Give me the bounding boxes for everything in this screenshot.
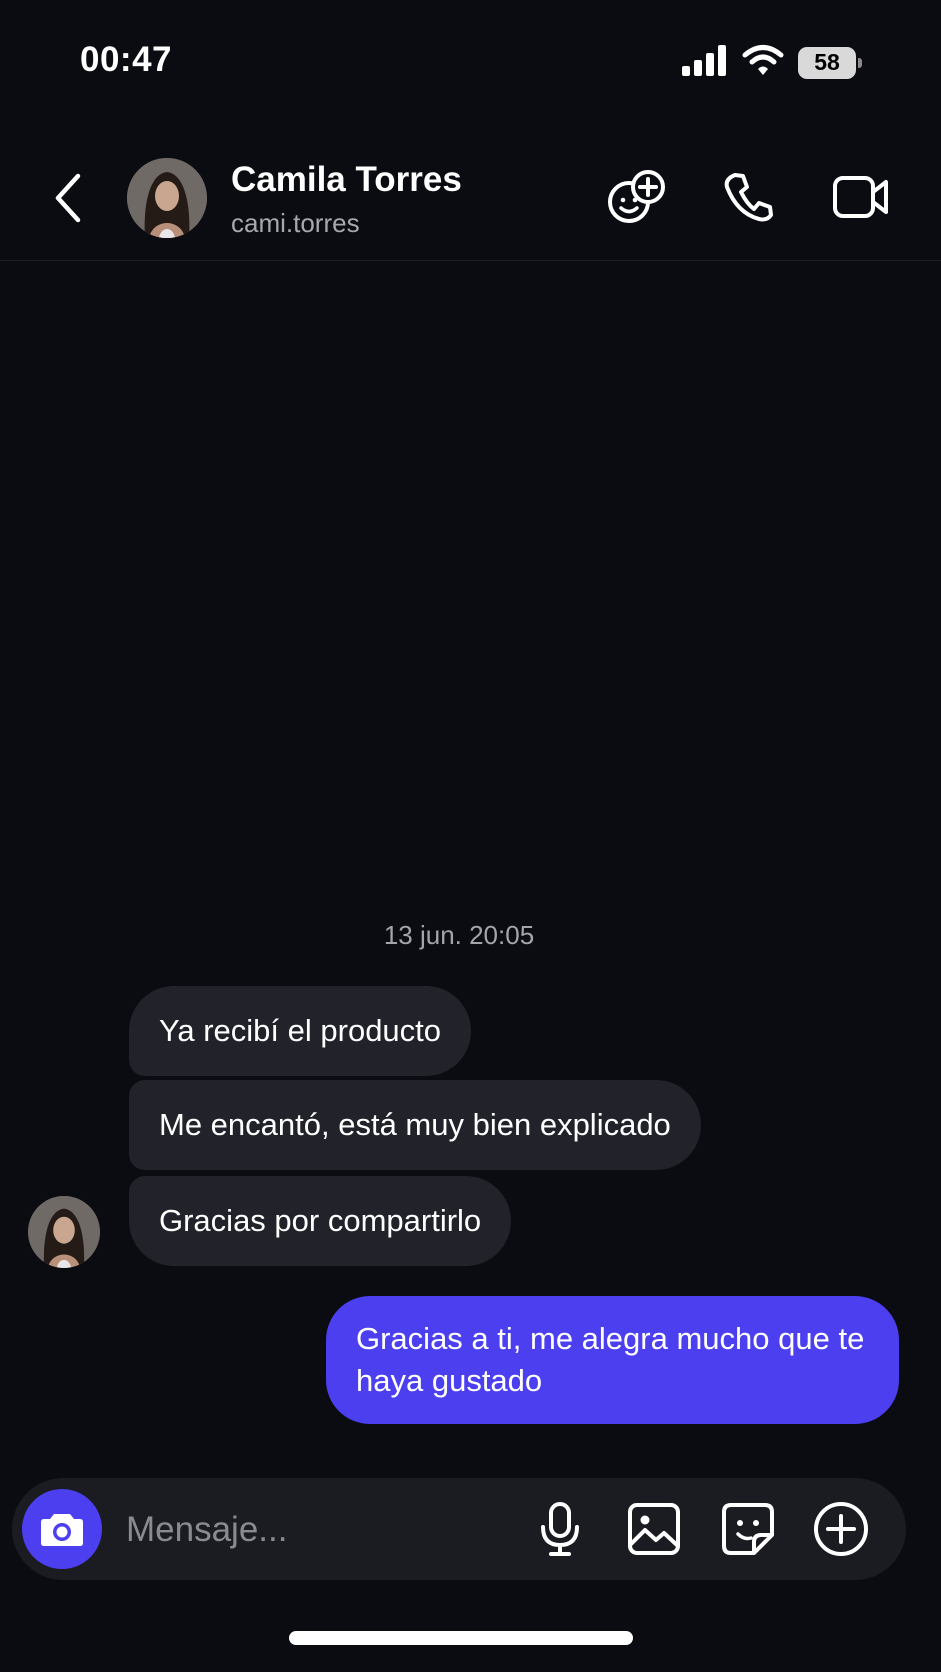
camera-button[interactable]: [22, 1489, 102, 1569]
gallery-button[interactable]: [622, 1497, 686, 1561]
message-text: Me encantó, está muy bien explicado: [159, 1107, 671, 1142]
message-text: Ya recibí el producto: [159, 1013, 442, 1048]
message-bubble-sent[interactable]: Gracias a ti, me alegra mucho que te hay…: [326, 1296, 899, 1424]
message-composer: [12, 1478, 906, 1580]
contact-username[interactable]: cami.torres: [231, 208, 360, 239]
wifi-icon: [742, 44, 784, 81]
call-button[interactable]: [718, 166, 780, 228]
message-bubble-received[interactable]: Me encantó, está muy bien explicado: [129, 1080, 701, 1170]
contact-photo-icon: [127, 158, 207, 238]
add-people-icon: [608, 170, 665, 223]
message-text: Gracias por compartirlo: [159, 1203, 482, 1238]
camera-icon: [41, 1514, 83, 1546]
message-text: Gracias a ti, me alegra mucho que te hay…: [356, 1321, 865, 1398]
phone-icon: [724, 173, 773, 222]
video-call-button[interactable]: [830, 166, 892, 228]
message-thread[interactable]: 13 jun. 20:05 Ya recibí el producto Me e…: [0, 262, 941, 1462]
sender-avatar[interactable]: [28, 1196, 100, 1268]
home-indicator[interactable]: [289, 1631, 633, 1645]
message-bubble-received[interactable]: Ya recibí el producto: [129, 986, 472, 1076]
add-people-button[interactable]: [606, 166, 668, 228]
chevron-left-icon: [55, 173, 81, 223]
video-camera-icon: [833, 176, 888, 218]
sticker-button[interactable]: [716, 1497, 780, 1561]
contact-name[interactable]: Camila Torres: [231, 160, 462, 200]
status-time: 00:47: [80, 40, 173, 79]
chat-header: Camila Torres cami.torres: [0, 140, 941, 261]
message-input[interactable]: [124, 1502, 518, 1558]
status-bar: 00:47 58: [0, 0, 941, 120]
voice-message-button[interactable]: [528, 1497, 592, 1561]
cellular-signal-icon: [682, 44, 728, 81]
plus-circle-icon: [814, 1502, 868, 1556]
status-icons: 58: [682, 44, 862, 81]
battery-level: 58: [814, 49, 840, 75]
message-bubble-received[interactable]: Gracias por compartirlo: [129, 1176, 512, 1266]
contact-avatar[interactable]: [127, 158, 207, 238]
sticker-icon: [722, 1503, 774, 1555]
microphone-icon: [541, 1502, 579, 1556]
battery-indicator: 58: [798, 46, 862, 79]
more-options-button[interactable]: [809, 1497, 873, 1561]
back-button[interactable]: [48, 170, 88, 226]
image-icon: [628, 1503, 680, 1555]
message-timestamp: 13 jun. 20:05: [383, 920, 535, 950]
sender-photo-icon: [28, 1196, 100, 1268]
